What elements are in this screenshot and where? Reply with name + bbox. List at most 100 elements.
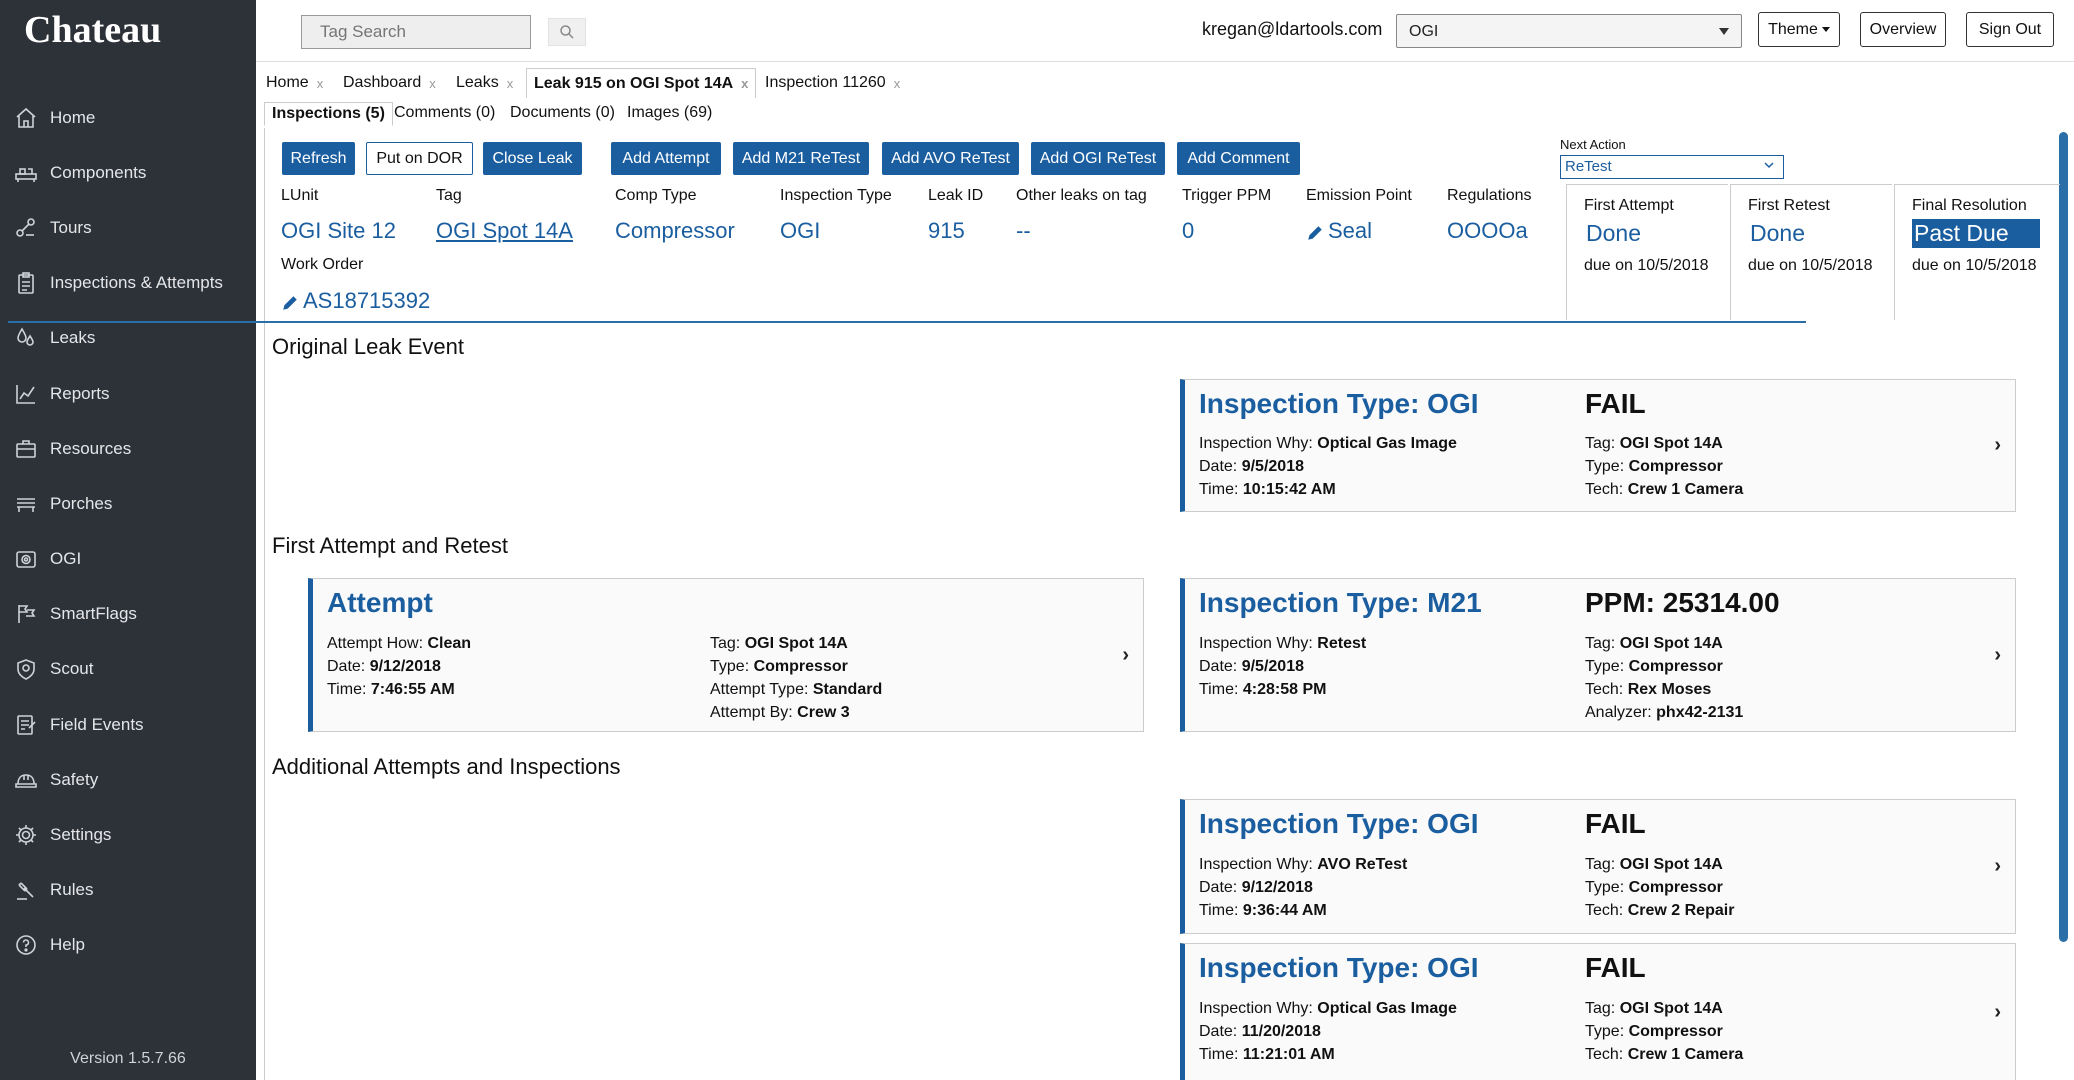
add-attempt-button[interactable]: Add Attempt bbox=[611, 142, 721, 175]
close-icon[interactable]: x bbox=[317, 76, 324, 91]
chevron-right-icon[interactable]: › bbox=[1994, 579, 2001, 731]
chevron-right-icon[interactable]: › bbox=[1994, 944, 2001, 1080]
theme-button[interactable]: Theme bbox=[1758, 12, 1840, 47]
add-m21-retest-button[interactable]: Add M21 ReTest bbox=[733, 142, 869, 175]
sidebar-item-settings[interactable]: Settings bbox=[0, 807, 256, 862]
next-action-select[interactable]: ReTest bbox=[1560, 155, 1784, 179]
inspection-card-original-ogi[interactable]: Inspection Type: OGI FAIL Inspection Why… bbox=[1180, 379, 2016, 512]
chevron-right-icon[interactable]: › bbox=[1994, 380, 2001, 511]
field-value: Compressor bbox=[1628, 879, 1723, 896]
sidebar-item-home[interactable]: Home bbox=[0, 90, 256, 145]
sidebar: Chateau Home Components Tours Inspection… bbox=[0, 0, 256, 1080]
close-icon[interactable]: x bbox=[894, 76, 901, 91]
field-value: 7:46:55 AM bbox=[370, 681, 455, 698]
card-line-type: Type: Compressor bbox=[1585, 1020, 1723, 1043]
card-result: FAIL bbox=[1585, 952, 1646, 983]
sidebar-item-help[interactable]: Help bbox=[0, 918, 256, 973]
overview-button[interactable]: Overview bbox=[1860, 12, 1946, 47]
attempt-card[interactable]: Attempt Attempt How: Clean Date: 9/12/20… bbox=[308, 578, 1144, 732]
final-resolution-value: Past Due bbox=[1912, 219, 2040, 248]
sidebar-item-porches[interactable]: Porches bbox=[0, 476, 256, 531]
chevron-right-icon[interactable]: › bbox=[1122, 579, 1129, 731]
briefcase-icon bbox=[16, 439, 36, 458]
add-ogi-retest-button[interactable]: Add OGI ReTest bbox=[1031, 142, 1165, 175]
next-action-label: Next Action bbox=[1560, 137, 1626, 152]
tag-search-input[interactable] bbox=[301, 15, 531, 49]
card-line-tech: Tech: Rex Moses bbox=[1585, 678, 1711, 701]
subtab-images[interactable]: Images (69) bbox=[620, 102, 719, 124]
field-value: OGI Spot 14A bbox=[1619, 635, 1723, 652]
sidebar-item-leaks[interactable]: Leaks bbox=[0, 311, 256, 366]
field-label: Time: bbox=[1199, 481, 1239, 498]
sign-out-button[interactable]: Sign Out bbox=[1966, 12, 2054, 47]
tab-leaks[interactable]: Leaks x bbox=[449, 68, 520, 98]
field-label: Time: bbox=[1199, 1046, 1239, 1063]
sidebar-item-resources[interactable]: Resources bbox=[0, 421, 256, 476]
components-icon bbox=[15, 167, 37, 182]
search-button[interactable] bbox=[548, 18, 586, 46]
sidebar-item-label: Home bbox=[50, 107, 96, 127]
chevron-right-icon[interactable]: › bbox=[1994, 800, 2001, 933]
card-line-tag: Tag: OGI Spot 14A bbox=[1585, 432, 1723, 455]
next-action-value: ReTest bbox=[1565, 158, 1612, 175]
tab-inspection-11260[interactable]: Inspection 11260 x bbox=[758, 68, 907, 98]
other-leaks-label: Other leaks on tag bbox=[1016, 187, 1147, 204]
card-line-tag: Tag: OGI Spot 14A bbox=[1585, 632, 1723, 655]
field-value: Compressor bbox=[1628, 658, 1723, 675]
add-comment-button[interactable]: Add Comment bbox=[1177, 142, 1300, 175]
caret-down-icon bbox=[1821, 27, 1830, 32]
tab-dashboard[interactable]: Dashboard x bbox=[336, 68, 443, 98]
refresh-button[interactable]: Refresh bbox=[282, 142, 355, 175]
subtab-documents[interactable]: Documents (0) bbox=[503, 102, 622, 124]
scrollbar[interactable] bbox=[2059, 132, 2068, 942]
field-value: Retest bbox=[1317, 635, 1367, 652]
close-leak-button[interactable]: Close Leak bbox=[483, 142, 582, 175]
inspection-card-m21[interactable]: Inspection Type: M21 PPM: 25314.00 Inspe… bbox=[1180, 578, 2016, 732]
comp-type-label: Comp Type bbox=[615, 187, 697, 204]
org-select[interactable]: OGI bbox=[1396, 14, 1742, 48]
sidebar-item-scout[interactable]: Scout bbox=[0, 642, 256, 697]
sidebar-item-components[interactable]: Components bbox=[0, 145, 256, 200]
add-avo-retest-button[interactable]: Add AVO ReTest bbox=[882, 142, 1019, 175]
put-on-dor-button[interactable]: Put on DOR bbox=[366, 142, 473, 175]
sidebar-item-rules[interactable]: Rules bbox=[0, 863, 256, 918]
card-line-type: Type: Compressor bbox=[710, 655, 848, 678]
close-icon[interactable]: x bbox=[507, 76, 514, 91]
card-line-tag: Tag: OGI Spot 14A bbox=[710, 632, 848, 655]
tab-home[interactable]: Home x bbox=[259, 68, 330, 98]
tab-bar: Home x Dashboard x Leaks x Leak 915 on OGI … bbox=[256, 64, 2074, 100]
field-value: Optical Gas Image bbox=[1317, 435, 1457, 452]
close-icon[interactable]: x bbox=[429, 76, 436, 91]
trigger-ppm-label: Trigger PPM bbox=[1182, 187, 1272, 204]
card-title: Inspection Type: OGI bbox=[1199, 808, 1479, 839]
work-order-value[interactable]: AS18715392 bbox=[281, 288, 430, 314]
droplets-icon bbox=[17, 327, 34, 347]
sidebar-item-smartflags[interactable]: SmartFlags bbox=[0, 587, 256, 642]
sidebar-item-tours[interactable]: Tours bbox=[0, 200, 256, 255]
sidebar-item-reports[interactable]: Reports bbox=[0, 366, 256, 421]
section-additional: Additional Attempts and Inspections bbox=[272, 754, 621, 779]
divider bbox=[8, 321, 1806, 323]
subtab-inspections[interactable]: Inspections (5) bbox=[264, 102, 393, 126]
tab-leak-915[interactable]: Leak 915 on OGI Spot 14A x bbox=[526, 68, 757, 98]
close-icon[interactable]: x bbox=[741, 76, 748, 91]
first-attempt-status: First Attempt Done due on 10/5/2018 bbox=[1566, 184, 1728, 320]
tag-link[interactable]: OGI Spot 14A bbox=[436, 218, 573, 244]
field-value: Compressor bbox=[753, 658, 848, 675]
subtab-comments[interactable]: Comments (0) bbox=[387, 102, 502, 124]
card-line-attempt-type: Attempt Type: Standard bbox=[710, 678, 882, 701]
field-value: 9/5/2018 bbox=[1241, 658, 1304, 675]
sidebar-item-inspections[interactable]: Inspections & Attempts bbox=[0, 256, 256, 311]
sidebar-item-label: Scout bbox=[50, 659, 94, 679]
app-logo[interactable]: Chateau bbox=[24, 8, 161, 52]
sidebar-item-safety[interactable]: Safety bbox=[0, 752, 256, 807]
inspection-card-ogi-last[interactable]: Inspection Type: OGI FAIL Inspection Why… bbox=[1180, 943, 2016, 1080]
emission-point-value[interactable]: Seal bbox=[1306, 218, 1372, 244]
sidebar-item-ogi[interactable]: OGI bbox=[0, 532, 256, 587]
sidebar-item-label: Inspections & Attempts bbox=[50, 273, 223, 293]
hardhat-icon bbox=[15, 774, 37, 788]
first-attempt-value: Done bbox=[1586, 220, 1641, 246]
sidebar-item-field-events[interactable]: Field Events bbox=[0, 697, 256, 752]
inspection-card-ogi-avo[interactable]: Inspection Type: OGI FAIL Inspection Why… bbox=[1180, 799, 2016, 934]
tours-icon bbox=[16, 218, 35, 237]
